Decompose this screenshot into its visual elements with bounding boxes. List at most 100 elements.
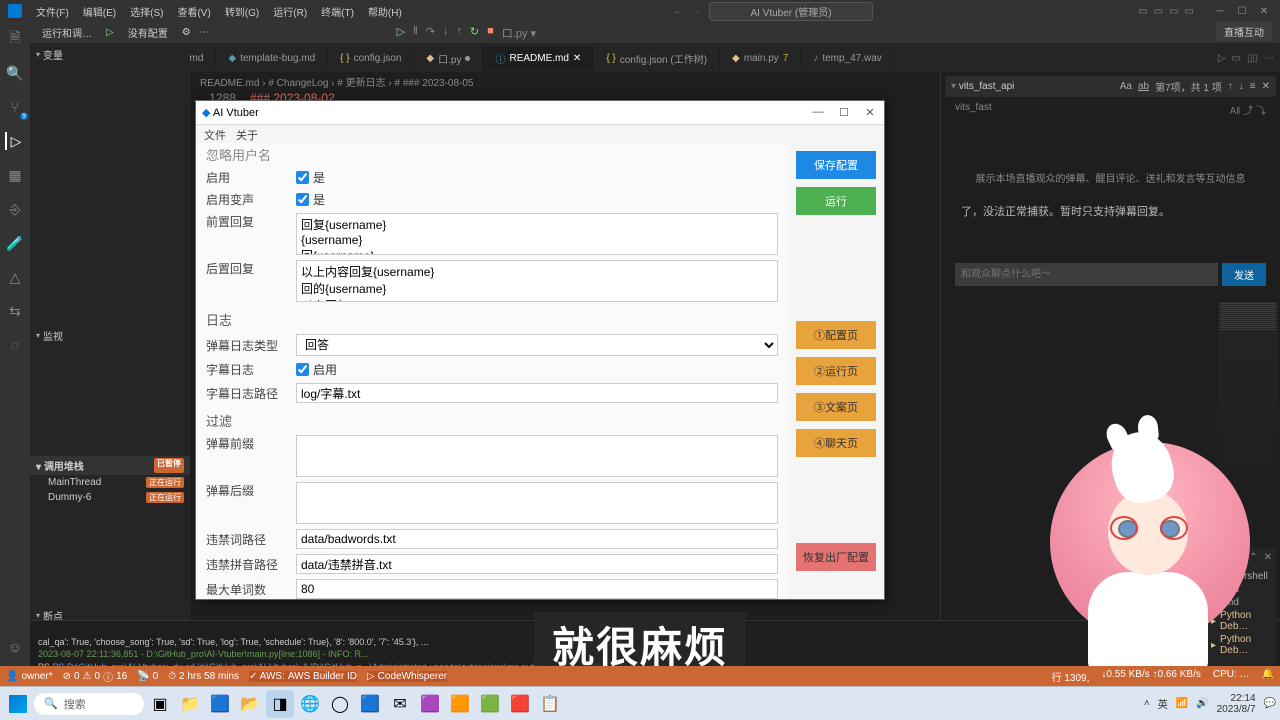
modal-minimize-icon[interactable]: — bbox=[810, 106, 826, 119]
app-icon-5[interactable]: 🟪 bbox=[416, 690, 444, 718]
nav-fwd-icon[interactable]: → bbox=[691, 6, 701, 17]
thread-item[interactable]: MainThread正在运行 bbox=[30, 475, 190, 490]
nav-back-icon[interactable]: ← bbox=[673, 6, 683, 17]
config-form[interactable]: 忽略用户名 启用 是 启用变声 是 前置回复 后置回复 日志 弹幕日志类型 回答 bbox=[196, 143, 788, 599]
danmu-log-type-select[interactable]: 回答 bbox=[296, 334, 778, 356]
callstack-header[interactable]: 调用堆栈 bbox=[44, 462, 84, 473]
run-config[interactable]: 没有配置 bbox=[122, 24, 174, 41]
layout-icon[interactable]: ▭ bbox=[1138, 6, 1147, 17]
start-button[interactable] bbox=[4, 690, 32, 718]
tab-config-wt[interactable]: { }config.json (工作树) bbox=[594, 46, 720, 71]
command-center[interactable]: AI Vtuber (管理员) bbox=[709, 2, 872, 21]
send-button[interactable]: 发送 bbox=[1222, 263, 1266, 286]
aws-icon[interactable]: △ bbox=[6, 268, 24, 286]
run-file-icon[interactable]: ▷ bbox=[1218, 53, 1226, 64]
caption-log-checkbox[interactable] bbox=[296, 363, 309, 376]
preview-icon[interactable]: ▭ bbox=[1232, 53, 1241, 64]
maximize-icon[interactable]: ☐ bbox=[1236, 6, 1248, 17]
caption-path-input[interactable] bbox=[296, 383, 778, 403]
modal-menu-file[interactable]: 文件 bbox=[204, 127, 226, 141]
enable-checkbox[interactable] bbox=[296, 171, 309, 184]
enable-voice-checkbox[interactable] bbox=[296, 193, 309, 206]
menu-help[interactable]: 帮助(H) bbox=[362, 2, 408, 21]
tray-volume-icon[interactable]: 🔊 bbox=[1196, 698, 1208, 709]
notifications-icon[interactable]: 💬 bbox=[1264, 698, 1276, 709]
more-icon[interactable]: ⋯ bbox=[1264, 53, 1274, 64]
whole-word-icon[interactable]: ab bbox=[1138, 81, 1149, 92]
explorer-icon[interactable]: 🗎 bbox=[6, 30, 24, 48]
tab-close-icon[interactable]: ✕ bbox=[573, 53, 581, 64]
app-icon-9[interactable]: 📋 bbox=[536, 690, 564, 718]
modal-menu-about[interactable]: 关于 bbox=[236, 127, 258, 141]
link-icon[interactable]: ⇆ bbox=[6, 302, 24, 320]
debug-restart-icon[interactable]: ↻ bbox=[470, 25, 479, 41]
prev-match-icon[interactable]: ↑ bbox=[1228, 81, 1233, 92]
menu-terminal[interactable]: 终端(T) bbox=[315, 2, 360, 21]
modal-maximize-icon[interactable]: ☐ bbox=[836, 106, 852, 119]
reset-button[interactable]: 恢复出厂配置 bbox=[796, 543, 876, 571]
gear-icon[interactable]: ⚙ bbox=[182, 27, 191, 38]
run-play-icon[interactable]: ▷ bbox=[106, 27, 114, 38]
edge-icon[interactable]: 🌐 bbox=[296, 690, 324, 718]
search-nav-icon[interactable]: 🔍 bbox=[6, 64, 24, 82]
debug-stepin-icon[interactable]: ↓ bbox=[443, 25, 449, 41]
status-problems[interactable]: ⊘0 ⚠0 ⓘ16 bbox=[63, 669, 128, 684]
app-icon-3[interactable]: 🟦 bbox=[356, 690, 384, 718]
menu-goto[interactable]: 转到(G) bbox=[219, 2, 265, 21]
match-case-icon[interactable]: Aa bbox=[1120, 81, 1132, 92]
test-icon[interactable]: 🧪 bbox=[6, 234, 24, 252]
debug-stepover-icon[interactable]: ↷ bbox=[426, 25, 435, 41]
debug-icon[interactable]: ▷ bbox=[5, 132, 23, 150]
layout-icon-4[interactable]: ▭ bbox=[1185, 6, 1194, 17]
badwords-path-input[interactable] bbox=[296, 529, 778, 549]
nav-chat-button[interactable]: ④聊天页 bbox=[796, 429, 876, 457]
vscode-task-icon[interactable]: ◨ bbox=[266, 690, 294, 718]
debug-continue-icon[interactable]: ▷ bbox=[397, 25, 405, 41]
app-icon-7[interactable]: 🟩 bbox=[476, 690, 504, 718]
taskbar-clock[interactable]: 22:14 2023/8/7 bbox=[1217, 693, 1256, 715]
search-result-sub[interactable]: vits_fast bbox=[955, 102, 992, 113]
tray-chevron-icon[interactable]: ˄ bbox=[1144, 698, 1150, 709]
danmu-suffix-input[interactable] bbox=[296, 482, 778, 524]
nav-copy-button[interactable]: ③文案页 bbox=[796, 393, 876, 421]
status-port[interactable]: 📡0 bbox=[137, 671, 158, 682]
badpinyin-path-input[interactable] bbox=[296, 554, 778, 574]
debug-stop-icon[interactable]: ■ bbox=[487, 25, 494, 41]
remote-icon[interactable]: ⎆ bbox=[6, 200, 24, 218]
search-result-main[interactable]: vits_fast_api bbox=[959, 81, 1015, 92]
max-words-input[interactable] bbox=[296, 579, 778, 599]
app-icon-4[interactable]: ✉ bbox=[386, 690, 414, 718]
status-aws[interactable]: ✓ AWS: AWS Builder ID bbox=[249, 671, 357, 682]
graph-icon[interactable]: ◌ bbox=[6, 336, 24, 354]
layout-icon-3[interactable]: ▭ bbox=[1169, 6, 1178, 17]
menu-select[interactable]: 选择(S) bbox=[124, 2, 169, 21]
explorer-task-icon[interactable]: 📁 bbox=[176, 690, 204, 718]
debug-stepout-icon[interactable]: ↑ bbox=[456, 25, 462, 41]
nav-config-button[interactable]: ①配置页 bbox=[796, 321, 876, 349]
next-match-icon[interactable]: ↓ bbox=[1239, 81, 1244, 92]
debug-pause-icon[interactable]: ‖ bbox=[413, 25, 418, 41]
chevron-down-icon[interactable]: ▾ bbox=[951, 81, 956, 92]
more-icon[interactable]: ⋯ bbox=[199, 27, 209, 38]
chrome-icon[interactable]: ◯ bbox=[326, 690, 354, 718]
term-close-icon[interactable]: ✕ bbox=[1264, 552, 1272, 567]
menu-file[interactable]: 文件(F) bbox=[30, 2, 75, 21]
status-time[interactable]: ⏱ 2 hrs 58 mins bbox=[168, 671, 239, 682]
post-reply-input[interactable] bbox=[296, 260, 778, 302]
status-bell-icon[interactable]: 🔔 bbox=[1262, 669, 1274, 684]
menu-view[interactable]: 查看(V) bbox=[171, 2, 216, 21]
app-icon-1[interactable]: 🟦 bbox=[206, 690, 234, 718]
thread-item[interactable]: Dummy-6正在运行 bbox=[30, 490, 190, 505]
live-input[interactable] bbox=[955, 263, 1218, 286]
tab-wav[interactable]: ♪temp_47.wav bbox=[801, 48, 894, 69]
status-cw[interactable]: ▷CodeWhisperer bbox=[367, 671, 447, 682]
tab-readme[interactable]: ⓘREADME.md✕ bbox=[483, 46, 594, 71]
tray-wifi-icon[interactable]: 📶 bbox=[1176, 698, 1188, 709]
task-view-icon[interactable]: ▣ bbox=[146, 690, 174, 718]
tab-kou[interactable]: ◆口.py bbox=[414, 46, 483, 71]
system-tray[interactable]: ˄ 英 📶 🔊 22:14 2023/8/7 💬 bbox=[1144, 693, 1276, 715]
app-icon-2[interactable]: 📂 bbox=[236, 690, 264, 718]
close-icon[interactable]: ✕ bbox=[1258, 6, 1270, 17]
modal-close-icon[interactable]: ✕ bbox=[862, 106, 878, 119]
menu-run[interactable]: 运行(R) bbox=[267, 2, 313, 21]
